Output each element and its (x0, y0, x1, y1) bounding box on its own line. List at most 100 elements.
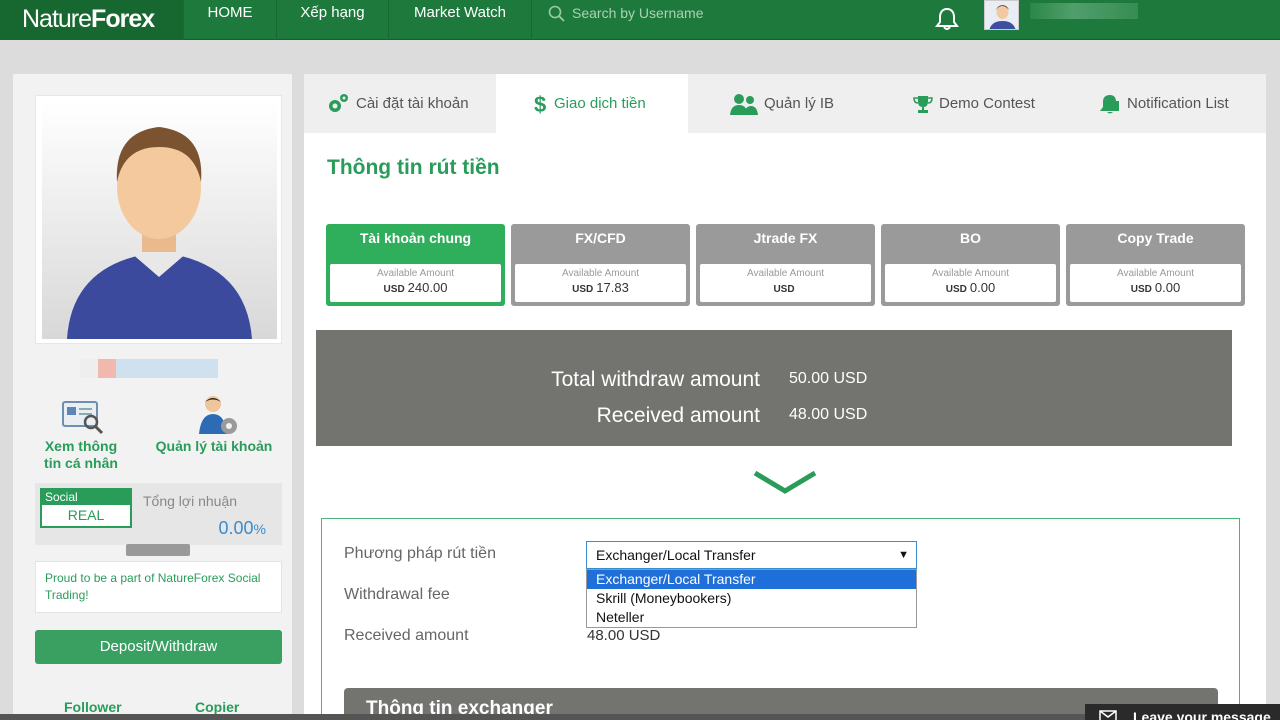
available-amount-label: Available Amount (1116, 268, 1195, 279)
social-profit-box: Social REAL Tổng lợi nhuận 0.00% (35, 483, 282, 545)
select-value: Exchanger/Local Transfer (596, 547, 756, 563)
username-redacted (1030, 3, 1138, 19)
default-avatar-icon (42, 102, 277, 339)
amount-number: 0.00 (969, 280, 996, 295)
account-card-fx-cfd[interactable]: FX/CFD Available Amount USD 17.83 (511, 224, 690, 306)
account-card-bo[interactable]: BO Available Amount USD 0.00 (881, 224, 1060, 306)
svg-text:$: $ (534, 92, 546, 116)
page-title: Thông tin rút tiền (327, 156, 500, 179)
search-input[interactable] (572, 2, 872, 24)
user-avatar-icon (985, 1, 1018, 29)
account-card-general[interactable]: Tài khoản chung Available Amount USD 240.… (326, 224, 505, 306)
top-navbar: NatureForex HOME Xếp hạng Market Watch (0, 0, 1280, 40)
logo-text-nature: Nature (22, 5, 92, 33)
profile-photo[interactable] (35, 95, 282, 344)
currency-label: USD (773, 284, 795, 295)
view-profile-link[interactable]: Xem thông tin cá nhân (35, 438, 127, 472)
account-balance: Available Amount USD (700, 264, 871, 302)
method-option-exchanger[interactable]: Exchanger/Local Transfer (587, 570, 916, 589)
amount-number: 17.83 (596, 280, 629, 295)
account-balance: Available Amount USD 240.00 (330, 264, 501, 302)
available-amount-label: Available Amount (376, 268, 455, 279)
nav-home[interactable]: HOME (183, 0, 276, 40)
withdraw-method-label: Phương pháp rút tiền (344, 545, 496, 562)
withdraw-summary: Total withdraw amount 50.00 USD Received… (316, 330, 1232, 446)
tab-bar: Cài đặt tài khoản $ Giao dịch tiền Quản l… (304, 74, 1266, 133)
dropdown-arrow-icon: ▼ (898, 549, 909, 561)
account-name: Tài khoản chung (359, 230, 472, 246)
available-amount-label: Available Amount (561, 268, 640, 279)
currency-label: USD (945, 284, 967, 295)
follower-link[interactable]: Follower (64, 699, 122, 715)
tab-money-transactions-label: Giao dịch tiền (554, 95, 646, 112)
nav-ranking[interactable]: Xếp hạng (276, 0, 388, 40)
available-amount-label: Available Amount (746, 268, 825, 279)
available-amount-value: USD 17.83 (515, 280, 686, 298)
gears-icon (329, 94, 348, 113)
site-logo[interactable]: NatureForex (0, 0, 183, 40)
nav-market-watch[interactable]: Market Watch (388, 0, 531, 40)
deposit-withdraw-button[interactable]: Deposit/Withdraw (35, 630, 282, 664)
scroll-handle[interactable] (126, 544, 190, 556)
display-name-redacted (80, 359, 218, 378)
search-box (531, 0, 891, 40)
manage-account-link[interactable]: Quản lý tài khoản (145, 438, 283, 455)
copier-link[interactable]: Copier (195, 699, 239, 715)
tab-account-settings[interactable]: Cài đặt tài khoản (326, 74, 498, 133)
method-option-skrill[interactable]: Skrill (Moneybookers) (587, 589, 916, 608)
dollar-icon: $ (534, 92, 546, 117)
main-panel: Cài đặt tài khoản $ Giao dịch tiền Quản l… (304, 74, 1266, 720)
available-amount-value: USD (700, 280, 871, 298)
tab-notification-list[interactable]: Notification List (1099, 74, 1266, 133)
social-label: Social (42, 490, 130, 505)
logo-text-forex: Forex (91, 5, 155, 33)
account-name: FX/CFD (575, 230, 626, 246)
account-name: Jtrade FX (753, 230, 818, 246)
withdrawal-fee-label: Withdrawal fee (344, 586, 450, 603)
amount-number: 240.00 (407, 280, 448, 295)
received-amount-label: Received amount (596, 404, 760, 427)
account-balance: Available Amount USD 17.83 (515, 264, 686, 302)
profile-sidebar: Xem thông tin cá nhân Quản lý tài khoản … (13, 74, 292, 720)
currency-label: USD (383, 284, 405, 295)
available-amount-value: USD 240.00 (330, 280, 501, 298)
withdraw-method-select[interactable]: Exchanger/Local Transfer ▼ (586, 541, 917, 569)
social-badge: Social REAL (40, 488, 132, 528)
tab-money-transactions[interactable]: $ Giao dịch tiền (496, 74, 688, 133)
method-option-neteller[interactable]: Neteller (587, 608, 916, 627)
currency-label: USD (572, 284, 594, 295)
tab-ib-management[interactable]: Quản lý IB (730, 74, 880, 133)
tab-ib-management-label: Quản lý IB (764, 95, 835, 112)
account-settings-icon (199, 396, 237, 434)
account-card-jtrade-fx[interactable]: Jtrade FX Available Amount USD (696, 224, 875, 306)
envelope-icon (1099, 710, 1117, 720)
available-amount-value: USD 0.00 (1070, 280, 1241, 298)
total-withdraw-label: Total withdraw amount (551, 368, 760, 391)
tab-demo-contest[interactable]: Demo Contest (913, 74, 1083, 133)
currency-label: USD (1130, 284, 1152, 295)
available-amount-label: Available Amount (931, 268, 1010, 279)
form-received-value: 48.00 USD (587, 627, 661, 644)
user-avatar[interactable] (984, 0, 1019, 30)
account-card-copy-trade[interactable]: Copy Trade Available Amount USD 0.00 (1066, 224, 1245, 306)
received-amount-value: 48.00 USD (789, 406, 868, 423)
total-withdraw-value: 50.00 USD (789, 370, 868, 387)
social-message: Proud to be a part of NatureForex Social… (35, 561, 282, 613)
withdraw-method-dropdown: Exchanger/Local Transfer Skrill (Moneybo… (586, 569, 917, 628)
leave-message-label: Leave your message (1133, 709, 1271, 720)
account-name: Copy Trade (1117, 230, 1194, 246)
tab-notification-list-label: Notification List (1127, 95, 1229, 112)
leave-message-chat[interactable]: Leave your message (1085, 704, 1280, 720)
account-balance: Available Amount USD 0.00 (885, 264, 1056, 302)
users-icon (730, 94, 758, 116)
account-name: BO (960, 230, 981, 246)
search-icon (548, 5, 565, 22)
total-profit-label: Tổng lợi nhuận (143, 493, 238, 509)
trophy-icon (913, 96, 933, 114)
tab-demo-contest-label: Demo Contest (939, 95, 1035, 112)
bell-icon[interactable] (934, 6, 960, 32)
profit-unit: % (253, 521, 266, 537)
profile-card-icon (62, 401, 104, 435)
available-amount-value: USD 0.00 (885, 280, 1056, 298)
tab-account-settings-label: Cài đặt tài khoản (356, 95, 469, 112)
